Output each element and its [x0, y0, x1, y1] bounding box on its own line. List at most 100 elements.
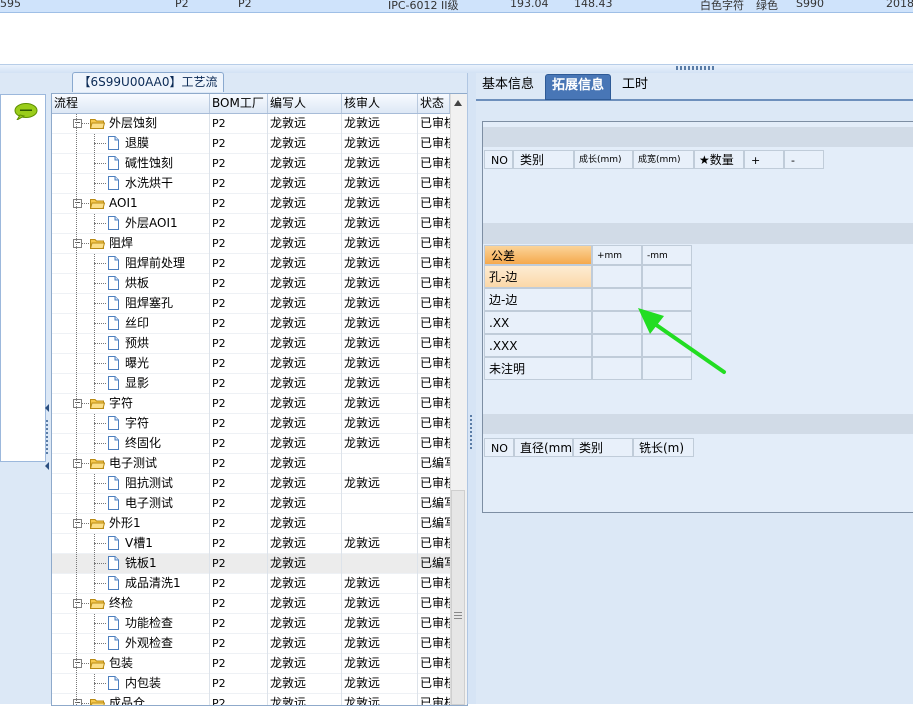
tree-row[interactable]: 外观检查 P2 龙敦远 龙敦远 已审核	[52, 634, 452, 654]
tree-row[interactable]: − 阻焊 P2 龙敦远 龙敦远 已审核	[52, 234, 452, 254]
tab-work-hours[interactable]: 工时	[616, 74, 654, 98]
tree-row[interactable]: 水洗烘干 P2 龙敦远 龙敦远 已审核	[52, 174, 452, 194]
collapse-toggle-icon[interactable]: −	[73, 459, 82, 468]
grid3-header-no[interactable]: NO	[484, 438, 514, 457]
status-cell: 已编写	[420, 556, 452, 570]
bom-cell: P2	[212, 317, 226, 330]
tree-row[interactable]: V槽1 P2 龙敦远 龙敦远 已审核	[52, 534, 452, 554]
tree-row[interactable]: 铣板1 P2 龙敦远 已编写	[52, 554, 452, 574]
tree-row[interactable]: 阻焊塞孔 P2 龙敦远 龙敦远 已审核	[52, 294, 452, 314]
bom-cell: P2	[212, 237, 226, 250]
author-cell: 龙敦远	[270, 196, 307, 210]
collapse-toggle-icon[interactable]: −	[73, 519, 82, 528]
tree-row[interactable]: 功能检查 P2 龙敦远 龙敦远 已审核	[52, 614, 452, 634]
splitter-grip-icon[interactable]	[46, 420, 48, 454]
tree-row[interactable]: − AOI1 P2 龙敦远 龙敦远 已审核	[52, 194, 452, 214]
tree-row[interactable]: 外层AOI1 P2 龙敦远 龙敦远 已审核	[52, 214, 452, 234]
tree-row[interactable]: − 外形1 P2 龙敦远 已编写	[52, 514, 452, 534]
author-cell: 龙敦远	[270, 616, 307, 630]
collapse-toggle-icon[interactable]: −	[73, 399, 82, 408]
tree-row[interactable]: − 电子测试 P2 龙敦远 已编写	[52, 454, 452, 474]
top-cell: IPC-6012 II级	[388, 0, 459, 12]
tree-row[interactable]: − 成品仓 P2 龙敦远 龙敦远 已审核	[52, 694, 452, 705]
tolerance-row-label[interactable]: 边-边	[484, 288, 592, 311]
bom-cell: P2	[212, 397, 226, 410]
collapse-toggle-icon[interactable]: −	[73, 599, 82, 608]
tree-row[interactable]: 电子测试 P2 龙敦远 已编写	[52, 494, 452, 514]
grid1-header-length[interactable]: 成长(mm)	[574, 150, 633, 169]
tree-row[interactable]: − 终检 P2 龙敦远 龙敦远 已审核	[52, 594, 452, 614]
tolerance-plus-input[interactable]	[592, 265, 642, 288]
tree-row[interactable]: 丝印 P2 龙敦远 龙敦远 已审核	[52, 314, 452, 334]
col-header-status[interactable]: 状态	[418, 94, 450, 113]
tree-row[interactable]: 碱性蚀刻 P2 龙敦远 龙敦远 已审核	[52, 154, 452, 174]
author-cell: 龙敦远	[270, 536, 307, 550]
grid3-header-category[interactable]: 类别	[573, 438, 633, 457]
collapse-toggle-icon[interactable]: −	[73, 699, 82, 705]
tolerance-header-label[interactable]: 公差	[484, 245, 592, 265]
tolerance-header-minus[interactable]: -mm	[642, 245, 692, 265]
collapse-toggle-icon[interactable]: −	[73, 239, 82, 248]
collapse-left-icon[interactable]	[45, 462, 49, 470]
col-header-process[interactable]: 流程	[52, 94, 210, 113]
status-cell: 已审核	[420, 236, 452, 250]
tree-row[interactable]: 显影 P2 龙敦远 龙敦远 已审核	[52, 374, 452, 394]
tree-row[interactable]: 内包装 P2 龙敦远 龙敦远 已审核	[52, 674, 452, 694]
grid3-header-diameter[interactable]: 直径(mm)	[514, 438, 573, 457]
tree-row[interactable]: 字符 P2 龙敦远 龙敦远 已审核	[52, 414, 452, 434]
grid1-header-width[interactable]: 成宽(mm)	[633, 150, 694, 169]
tree-row[interactable]: 成品清洗1 P2 龙敦远 龙敦远 已审核	[52, 574, 452, 594]
col-header-checker[interactable]: 核审人	[342, 94, 418, 113]
checker-cell: 龙敦远	[344, 296, 381, 310]
tree-row[interactable]: − 字符 P2 龙敦远 龙敦远 已审核	[52, 394, 452, 414]
grid1-header-no[interactable]: NO	[484, 150, 513, 169]
grid1-header-plus[interactable]: +	[744, 150, 784, 169]
scroll-thumb-grip-icon	[454, 612, 462, 619]
collapse-toggle-icon[interactable]: −	[73, 199, 82, 208]
tolerance-header-plus[interactable]: +mm	[592, 245, 642, 265]
tree-row[interactable]: 终固化 P2 龙敦远 龙敦远 已审核	[52, 434, 452, 454]
grid1-header-quantity[interactable]: ★数量	[694, 150, 744, 169]
tree-node-label: 丝印	[125, 316, 150, 330]
tree-row[interactable]: 预烘 P2 龙敦远 龙敦远 已审核	[52, 334, 452, 354]
col-header-bom[interactable]: BOM工厂	[210, 94, 268, 113]
tolerance-row-label[interactable]: .XX	[484, 311, 592, 334]
author-cell: 龙敦远	[270, 336, 307, 350]
grid1-header-category[interactable]: 类别	[513, 150, 574, 169]
tolerance-row-label[interactable]: 未注明	[484, 357, 592, 380]
collapse-toggle-icon[interactable]: −	[73, 119, 82, 128]
folder-open-icon	[90, 239, 105, 249]
status-cell: 已审核	[420, 176, 452, 190]
tolerance-row-label[interactable]: 孔-边	[484, 265, 592, 288]
tree-row[interactable]: − 外层蚀刻 P2 龙敦远 龙敦远 已审核	[52, 114, 452, 134]
process-tree-grid[interactable]: 流程 BOM工厂 编写人 核审人 状态 −外层蚀刻P2龙敦远龙敦远已审核退膜P2…	[51, 93, 468, 706]
scroll-thumb[interactable]	[451, 490, 465, 705]
grid1-header-minus[interactable]: -	[784, 150, 824, 169]
col-header-author[interactable]: 编写人	[268, 94, 342, 113]
tree-row[interactable]: 退膜 P2 龙敦远 龙敦远 已审核	[52, 134, 452, 154]
scroll-up-arrow-icon[interactable]	[454, 100, 462, 106]
tab-basic-info[interactable]: 基本信息	[476, 74, 540, 98]
process-flow-tab[interactable]: 【6S99U00AA0】工艺流程	[72, 72, 224, 107]
author-cell: 龙敦远	[270, 276, 307, 290]
tolerance-row-label[interactable]: .XXX	[484, 334, 592, 357]
tree-row[interactable]: 阻焊前处理 P2 龙敦远 龙敦远 已审核	[52, 254, 452, 274]
chat-bubble-icon[interactable]	[14, 103, 38, 120]
checker-cell: 龙敦远	[344, 196, 381, 210]
tab-extended-info[interactable]: 拓展信息	[545, 74, 612, 100]
collapse-toggle-icon[interactable]: −	[73, 659, 82, 668]
grid3-header-milling-length[interactable]: 铣长(m)	[633, 438, 694, 457]
splitter-grip-icon[interactable]	[470, 415, 472, 449]
top-cell: 148.43	[574, 0, 613, 10]
tree-row[interactable]: 阻抗测试 P2 龙敦远 龙敦远 已审核	[52, 474, 452, 494]
tree-row[interactable]: 曝光 P2 龙敦远 龙敦远 已审核	[52, 354, 452, 374]
collapse-left-icon[interactable]	[45, 404, 49, 412]
tolerance-minus-input[interactable]	[642, 265, 692, 288]
top-data-row[interactable]: 595 P2 P2 IPC-6012 II级 193.04 148.43 白色字…	[0, 0, 913, 13]
tree-node-label: 烘板	[125, 276, 150, 290]
splitter-grip-icon[interactable]	[676, 66, 716, 70]
tree-row[interactable]: 烘板 P2 龙敦远 龙敦远 已审核	[52, 274, 452, 294]
tree-row[interactable]: − 包装 P2 龙敦远 龙敦远 已审核	[52, 654, 452, 674]
tree-node-label: 字符	[109, 396, 134, 410]
status-cell: 已审核	[420, 256, 452, 270]
